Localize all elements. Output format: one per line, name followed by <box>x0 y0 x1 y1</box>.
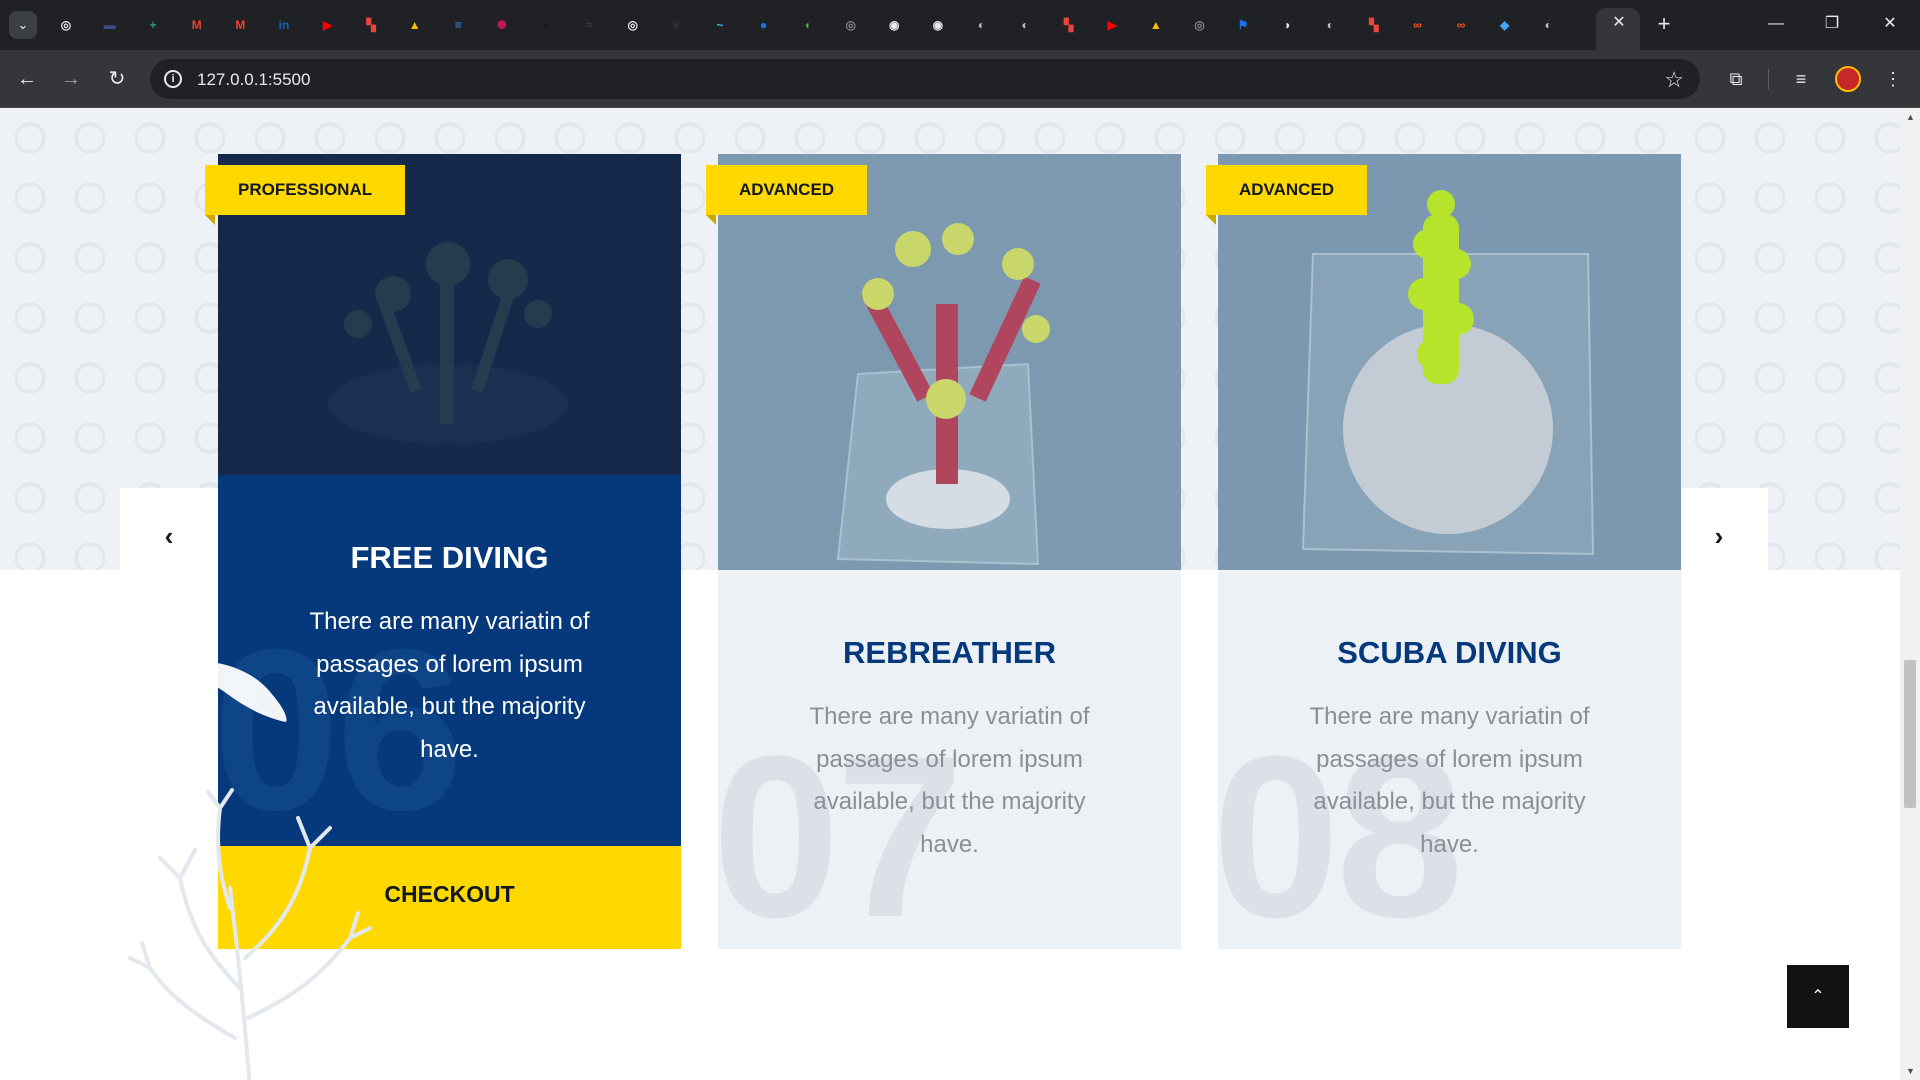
bar-icon[interactable]: ▬ <box>98 13 122 37</box>
openai-icon[interactable]: ◎ <box>839 13 863 37</box>
level-badge: ADVANCED <box>706 165 868 215</box>
carousel-next-button[interactable]: › <box>1670 488 1768 584</box>
card-body: 08 SCUBA DIVING There are many variatin … <box>1218 570 1681 949</box>
card-title: FREE DIVING <box>350 540 549 575</box>
chrome-icon[interactable]: ◑ <box>1275 13 1299 37</box>
github-icon[interactable]: ◉ <box>926 13 950 37</box>
globe-icon[interactable]: ◐ <box>1013 13 1037 37</box>
scroll-up-arrow-icon[interactable]: ▲ <box>1906 112 1915 122</box>
gmail-icon[interactable]: M <box>228 13 252 37</box>
react-icon[interactable]: ✺ <box>490 13 514 37</box>
linkedin-icon[interactable]: in <box>272 13 296 37</box>
wave-icon[interactable]: ≈ <box>577 13 601 37</box>
openai-icon[interactable]: ◎ <box>1187 13 1211 37</box>
browser-tab-strip: ⌄ ◎ ▬ + M Min ▶ ▚ ▲ ≡ ✺ ϟ ≈ ◎ ❦ ~ ● ◖ ◎ ◉ ◉ ◐ ◐ ▚ ▶ ▲ ◎ ⚑ ◑ ◐ ▚ ∞ ∞ ◆ ◐ ✕… <box>0 0 1920 50</box>
new-tab-button[interactable]: + <box>1650 11 1678 39</box>
extensions-icon[interactable]: ⧉ <box>1721 64 1751 94</box>
card-body: 07 REBREATHER There are many variatin of… <box>718 570 1181 949</box>
globe-icon[interactable]: ◐ <box>1318 13 1342 37</box>
address-bar[interactable]: i 127.0.0.1:5500 ☆ <box>150 59 1700 99</box>
card-title: SCUBA DIVING <box>1337 635 1562 670</box>
sheets-icon[interactable]: + <box>141 13 165 37</box>
youtube-icon[interactable]: ▶ <box>1100 13 1124 37</box>
openai-icon[interactable]: ◎ <box>621 13 645 37</box>
carousel-prev-button[interactable]: ‹ <box>120 488 218 584</box>
reload-button[interactable]: ↻ <box>102 64 132 94</box>
openai-icon[interactable]: ◎ <box>54 13 78 37</box>
globe-icon[interactable]: ◐ <box>1536 13 1560 37</box>
browser-toolbar: ← → ↻ i 127.0.0.1:5500 ☆ ⧉ ≡ ⋮ <box>0 50 1920 108</box>
docs-icon[interactable]: ≡ <box>446 13 470 37</box>
coral-photo-pink <box>718 154 1181 570</box>
minimize-button[interactable]: — <box>1756 8 1796 40</box>
leaf-icon[interactable]: ❦ <box>664 13 688 37</box>
media-control-icon[interactable]: ≡ <box>1786 64 1816 94</box>
card-description: There are many variatin of passages of l… <box>809 703 1090 858</box>
page-viewport: ‹ › 06 FREE DIVING There are many variat… <box>0 108 1900 1080</box>
menu-kebab-icon[interactable]: ⋮ <box>1878 64 1908 94</box>
scroll-to-top-button[interactable]: ⌃ <box>1787 965 1849 1028</box>
coral-image <box>718 154 1181 570</box>
link-icon[interactable]: ∞ <box>1405 13 1429 37</box>
mongodb-icon[interactable]: ◖ <box>795 13 819 37</box>
page-scrollbar[interactable]: ▲ ▼ <box>1900 108 1920 1080</box>
coral-decoration-icon <box>128 788 372 1080</box>
figma-icon[interactable]: ▚ <box>1057 13 1081 37</box>
course-card-rebreather[interactable]: 07 REBREATHER There are many variatin of… <box>718 154 1181 949</box>
github-icon[interactable]: ◉ <box>882 13 906 37</box>
level-badge: ADVANCED <box>1206 165 1368 215</box>
diamond-icon[interactable]: ◆ <box>1493 13 1517 37</box>
card-description: There are many variatin of passages of l… <box>1309 703 1590 858</box>
back-button[interactable]: ← <box>12 64 42 94</box>
site-info-icon[interactable]: i <box>164 70 182 88</box>
gmail-icon[interactable]: M <box>185 13 209 37</box>
scrollbar-thumb[interactable] <box>1904 660 1916 808</box>
figma-icon[interactable]: ▚ <box>1362 13 1386 37</box>
figma-icon[interactable]: ▚ <box>359 13 383 37</box>
bookmark-star-icon[interactable]: ☆ <box>1664 67 1684 93</box>
circle-icon[interactable]: ● <box>752 13 776 37</box>
globe-icon[interactable]: ◐ <box>969 13 993 37</box>
badge-fold <box>1206 215 1216 225</box>
coral-photo-green <box>1218 154 1681 570</box>
card-description: There are many variatin of passages of l… <box>309 608 590 763</box>
coral-image <box>1218 154 1681 570</box>
fish-icon <box>178 642 287 722</box>
badge-fold <box>706 215 716 225</box>
youtube-icon[interactable]: ▶ <box>316 13 340 37</box>
scroll-down-arrow-icon[interactable]: ▼ <box>1906 1066 1915 1076</box>
restore-button[interactable]: ❐ <box>1812 8 1852 40</box>
drive-icon[interactable]: ▲ <box>403 13 427 37</box>
badge-fold <box>205 215 215 225</box>
bolt-icon[interactable]: ϟ <box>534 13 558 37</box>
toolbar-separator <box>1768 69 1769 89</box>
drive-icon[interactable]: ▲ <box>1144 13 1168 37</box>
close-tab-icon[interactable]: ✕ <box>1609 13 1629 33</box>
card-title: REBREATHER <box>843 635 1056 670</box>
profile-avatar[interactable] <box>1835 66 1861 92</box>
tab-favicon-list: ◎ ▬ + M Min ▶ ▚ ▲ ≡ ✺ ϟ ≈ ◎ ❦ ~ ● ◖ ◎ ◉ ◉ ◐ ◐ ▚ ▶ ▲ ◎ ⚑ ◑ ◐ ▚ ∞ ∞ ◆ ◐ <box>54 13 1580 37</box>
flag-icon[interactable]: ⚑ <box>1231 13 1255 37</box>
course-card-scuba-diving[interactable]: 08 SCUBA DIVING There are many variatin … <box>1218 154 1681 949</box>
tailwind-icon[interactable]: ~ <box>708 13 732 37</box>
close-window-button[interactable]: ✕ <box>1870 8 1910 40</box>
link-icon[interactable]: ∞ <box>1449 13 1473 37</box>
level-badge: PROFESSIONAL <box>205 165 406 215</box>
address-url[interactable]: 127.0.0.1:5500 <box>197 70 310 90</box>
forward-button[interactable]: → <box>56 64 86 94</box>
tab-search-button[interactable]: ⌄ <box>9 11 37 39</box>
